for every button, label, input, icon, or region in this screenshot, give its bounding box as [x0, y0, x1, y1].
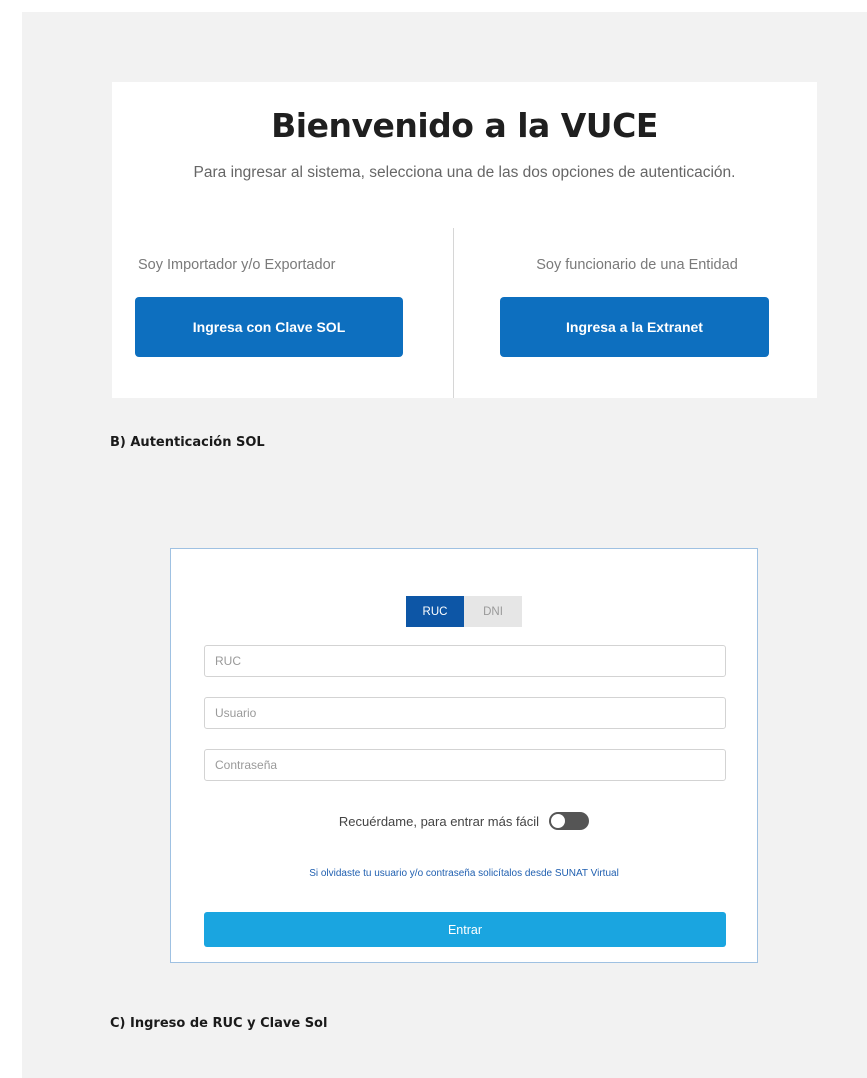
card-divider [453, 228, 454, 398]
forgot-credentials-link[interactable]: Si olvidaste tu usuario y/o contraseña s… [171, 868, 757, 879]
remember-toggle-switch[interactable] [549, 812, 590, 830]
remember-label: Recuérdame, para entrar más fácil [338, 813, 540, 829]
tab-dni[interactable]: DNI [464, 596, 522, 627]
caption-autenticacion-sol: B) Autenticación SOL [110, 435, 265, 450]
entity-official-label: Soy funcionario de una Entidad [536, 257, 738, 273]
tab-ruc[interactable]: RUC [406, 596, 464, 627]
clave-sol-button[interactable]: Ingresa con Clave SOL [135, 297, 403, 357]
password-input[interactable] [204, 749, 726, 781]
caption-ingreso-ruc: C) Ingreso de RUC y Clave Sol [110, 1016, 328, 1031]
welcome-title: Bienvenido a la VUCE [271, 106, 658, 145]
switch-knob [551, 814, 566, 828]
welcome-subtitle: Para ingresar al sistema, selecciona una… [193, 164, 736, 181]
extranet-button[interactable]: Ingresa a la Extranet [500, 297, 769, 357]
entrar-button[interactable]: Entrar [204, 912, 726, 947]
login-panel: RUC DNI Recuérdame, para entrar más fáci… [170, 548, 758, 963]
ruc-input[interactable] [204, 645, 726, 677]
importer-exporter-label: Soy Importador y/o Exportador [138, 257, 336, 273]
welcome-card: Bienvenido a la VUCE Para ingresar al si… [112, 82, 817, 398]
usuario-input[interactable] [204, 697, 726, 729]
document-type-toggle: RUC DNI [406, 596, 522, 627]
remember-row: Recuérdame, para entrar más fácil [171, 812, 757, 830]
